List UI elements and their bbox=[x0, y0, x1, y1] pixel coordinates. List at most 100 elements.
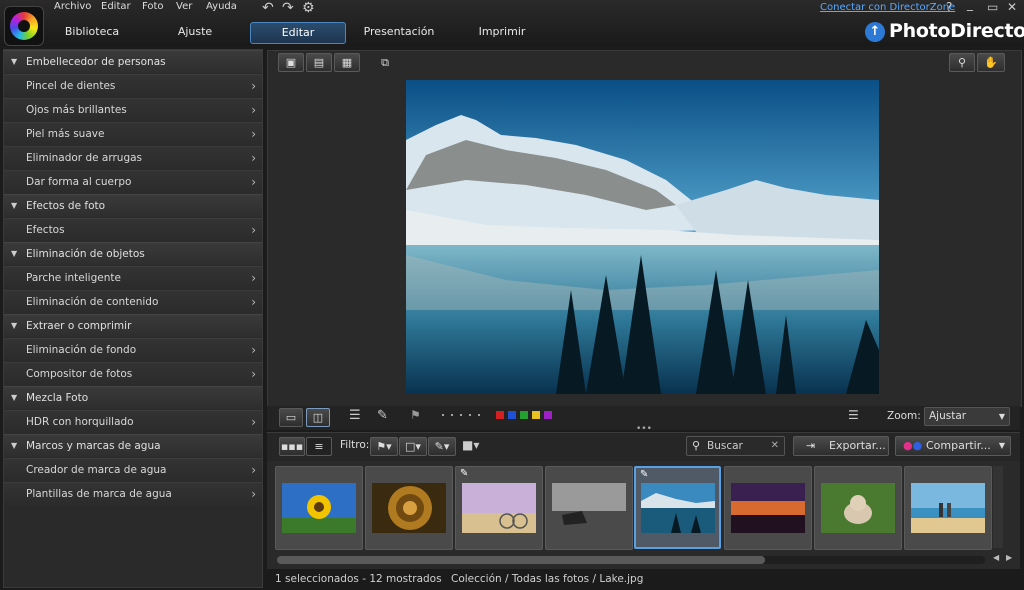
search-input[interactable]: ⚲ Buscar ✕ bbox=[686, 436, 785, 456]
thumbnail-bicycle[interactable]: ✎ bbox=[455, 466, 543, 550]
item-eliminador-arrugas[interactable]: Eliminador de arrugas › bbox=[4, 146, 262, 170]
section-marcos-marcas[interactable]: ▼ Marcos y marcas de agua bbox=[4, 434, 262, 457]
tab-presentacion[interactable]: Presentación bbox=[358, 22, 440, 42]
rating-dot[interactable] bbox=[451, 414, 453, 416]
menu-ver[interactable]: Ver bbox=[176, 1, 192, 12]
sort-icon[interactable]: ☰ bbox=[848, 408, 859, 422]
item-compositor-fotos[interactable]: Compositor de fotos › bbox=[4, 362, 262, 386]
menu-editar[interactable]: Editar bbox=[101, 1, 131, 12]
magnifier-icon[interactable]: ⚲ bbox=[949, 53, 975, 72]
tab-imprimir[interactable]: Imprimir bbox=[470, 22, 534, 42]
thumbnail-sunset[interactable] bbox=[724, 466, 812, 550]
thumbnail-view-icon[interactable]: ▪▪▪ bbox=[279, 437, 305, 456]
dual-view-icon[interactable]: ◫ bbox=[306, 408, 330, 427]
menu-foto[interactable]: Foto bbox=[142, 1, 164, 12]
rating-filter-icon[interactable]: □▾ bbox=[399, 437, 427, 456]
item-creador-marca-agua[interactable]: Creador de marca de agua › bbox=[4, 458, 262, 482]
redo-icon[interactable]: ↷ bbox=[282, 0, 294, 16]
collapse-triangle-icon: ▼ bbox=[11, 57, 18, 66]
section-mezcla-foto[interactable]: ▼ Mezcla Foto bbox=[4, 386, 262, 409]
export-button[interactable]: ⇥ Exportar... bbox=[793, 436, 889, 456]
item-eliminacion-fondo[interactable]: Eliminación de fondo › bbox=[4, 338, 262, 362]
color-label-yellow[interactable] bbox=[532, 411, 540, 419]
flag-filter-icon[interactable]: ⚑▾ bbox=[370, 437, 398, 456]
share-button[interactable]: ●● Compartir... ▼ bbox=[895, 436, 1011, 456]
chevron-right-icon: › bbox=[251, 271, 256, 285]
item-piel-suave[interactable]: Piel más suave › bbox=[4, 122, 262, 146]
chevron-down-icon: ▼ bbox=[998, 412, 1005, 421]
item-parche-inteligente[interactable]: Parche inteligente › bbox=[4, 266, 262, 290]
item-eliminacion-contenido[interactable]: Eliminación de contenido › bbox=[4, 290, 262, 314]
thumbnail-boat-bw[interactable] bbox=[545, 466, 633, 550]
collapse-triangle-icon: ▼ bbox=[11, 393, 18, 402]
flag-icon[interactable]: ⚑ bbox=[410, 408, 421, 422]
thumbnail-sunflower[interactable] bbox=[275, 466, 363, 550]
chevron-right-icon: › bbox=[251, 175, 256, 189]
single-view-icon[interactable]: ▭ bbox=[279, 408, 303, 427]
rating-dot[interactable] bbox=[478, 414, 480, 416]
item-plantillas-marca-agua[interactable]: Plantillas de marca de agua › bbox=[4, 482, 262, 506]
section-eliminacion-objetos[interactable]: ▼ Eliminación de objetos bbox=[4, 242, 262, 265]
item-efectos[interactable]: Efectos › bbox=[4, 218, 262, 242]
scroll-right-icon[interactable]: ▶ bbox=[1006, 553, 1012, 562]
scroll-left-icon[interactable]: ◀ bbox=[993, 553, 999, 562]
edit-filter-icon[interactable]: ✎▾ bbox=[428, 437, 456, 456]
filmstrip-scrollbar[interactable] bbox=[277, 556, 985, 564]
clear-icon[interactable]: ✕ bbox=[771, 437, 779, 455]
thumbnail-kitten[interactable] bbox=[814, 466, 902, 550]
color-filter-icon[interactable]: ■▾ bbox=[462, 438, 479, 452]
connect-directorzone-link[interactable]: Conectar con DirectorZone bbox=[820, 2, 955, 13]
section-embellecedor[interactable]: ▼ Embellecedor de personas bbox=[4, 50, 262, 73]
gear-icon[interactable]: ⚙ bbox=[302, 0, 315, 16]
color-label-purple[interactable] bbox=[544, 411, 552, 419]
view-compare-icon[interactable]: ▤ bbox=[306, 53, 332, 72]
maximize-button[interactable]: ▭ bbox=[987, 0, 998, 14]
tab-editar[interactable]: Editar bbox=[250, 22, 346, 44]
minimize-button[interactable]: _ bbox=[967, 0, 973, 11]
item-hdr-horquillado[interactable]: HDR con horquillado › bbox=[4, 410, 262, 434]
view-grid-icon[interactable]: ▦ bbox=[334, 53, 360, 72]
thumbnail-staircase[interactable] bbox=[365, 466, 453, 550]
thumbnail-image bbox=[282, 483, 356, 533]
close-button[interactable]: ✕ bbox=[1007, 0, 1017, 14]
list-view-icon[interactable]: ≡ bbox=[306, 437, 332, 456]
share-icon: ●● bbox=[903, 439, 923, 452]
zoom-select[interactable]: Ajustar ▼ bbox=[924, 407, 1010, 426]
item-ojos-brillantes[interactable]: Ojos más brillantes › bbox=[4, 98, 262, 122]
filmstrip-edge bbox=[993, 466, 1003, 548]
item-dar-forma-cuerpo[interactable]: Dar forma al cuerpo › bbox=[4, 170, 262, 194]
edited-pencil-icon: ✎ bbox=[640, 469, 649, 480]
rating-dot[interactable] bbox=[469, 414, 471, 416]
thumbnail-lake-selected[interactable]: ✎ bbox=[634, 466, 721, 549]
section-extraer-comprimir[interactable]: ▼ Extraer o comprimir bbox=[4, 314, 262, 337]
color-label-red[interactable] bbox=[496, 411, 504, 419]
color-label-blue[interactable] bbox=[508, 411, 516, 419]
item-pincel-dientes[interactable]: Pincel de dientes › bbox=[4, 74, 262, 98]
rating-dot[interactable] bbox=[460, 414, 462, 416]
main-photo bbox=[406, 80, 879, 394]
edit-pencil-icon[interactable]: ✎ bbox=[377, 408, 388, 423]
color-label-green[interactable] bbox=[520, 411, 528, 419]
tab-ajuste[interactable]: Ajuste bbox=[160, 22, 230, 42]
scrollbar-thumb[interactable] bbox=[277, 556, 765, 564]
thumbnail-image bbox=[372, 483, 446, 533]
thumbnail-beach[interactable] bbox=[904, 466, 992, 550]
menu-archivo[interactable]: Archivo bbox=[54, 1, 91, 12]
undo-icon[interactable]: ↶ bbox=[262, 0, 274, 16]
hand-tool-icon[interactable]: ✋ bbox=[977, 53, 1005, 72]
rating-dot[interactable] bbox=[442, 414, 444, 416]
help-button[interactable]: ? bbox=[946, 0, 952, 14]
chevron-right-icon: › bbox=[251, 487, 256, 501]
menu-ayuda[interactable]: Ayuda bbox=[206, 1, 237, 12]
rotate-icon[interactable]: ☰ bbox=[349, 408, 361, 423]
chevron-right-icon: › bbox=[251, 103, 256, 117]
chevron-right-icon: › bbox=[251, 127, 256, 141]
tab-biblioteca[interactable]: Biblioteca bbox=[55, 22, 129, 42]
secondary-display-icon[interactable]: ⧉ bbox=[372, 53, 398, 72]
chevron-right-icon: › bbox=[251, 343, 256, 357]
collapse-triangle-icon: ▼ bbox=[11, 201, 18, 210]
view-single-icon[interactable]: ▣ bbox=[278, 53, 304, 72]
search-icon: ⚲ bbox=[692, 439, 701, 452]
section-efectos-foto[interactable]: ▼ Efectos de foto bbox=[4, 194, 262, 217]
thumbnail-image bbox=[462, 483, 536, 533]
